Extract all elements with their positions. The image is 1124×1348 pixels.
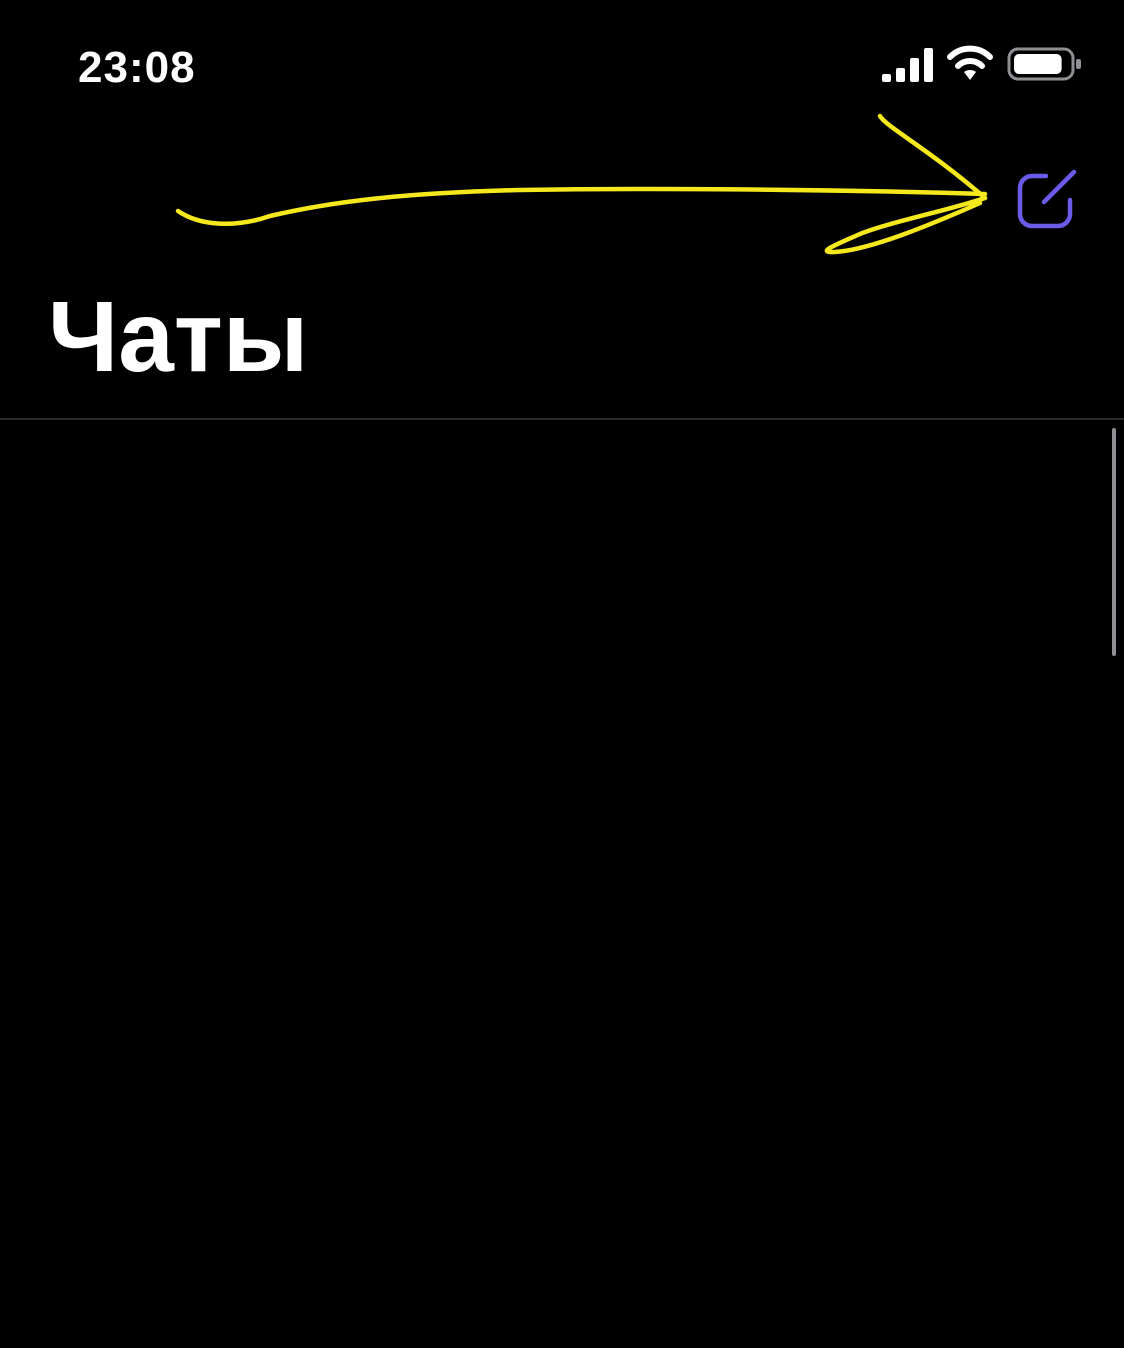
compose-icon — [1017, 169, 1077, 229]
scroll-indicator[interactable] — [1112, 428, 1116, 656]
compose-button[interactable] — [1012, 162, 1084, 234]
chat-list[interactable] — [0, 420, 1124, 1348]
wifi-icon — [947, 45, 993, 80]
status-time: 23:08 — [78, 43, 196, 92]
battery-icon — [1007, 47, 1081, 81]
status-bar: 23:08 — [0, 0, 1124, 120]
status-icons — [876, 44, 1086, 94]
cellular-signal-icon — [882, 48, 933, 82]
page-title: Чаты — [48, 281, 309, 393]
nav-bar — [0, 120, 1124, 280]
